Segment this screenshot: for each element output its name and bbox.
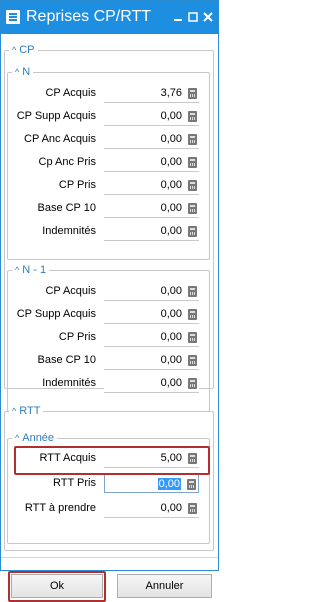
field-label: CP Anc Acquis [24,133,96,145]
field-label: RTT Pris [53,477,96,489]
calculator-icon[interactable] [188,157,197,168]
cp-n-row-supp-acquis: CP Supp Acquis 0,00 [8,106,209,128]
number-field[interactable]: 0,00 [104,176,199,195]
minimize-icon[interactable] [172,11,184,23]
chevron-up-icon[interactable]: ^ [12,43,16,57]
rtt-row-a-prendre: RTT à prendre 0,00 [8,498,209,520]
cp-n-row-base-cp-10: Base CP 10 0,00 [8,198,209,220]
number-field[interactable]: 0,00 [104,107,199,126]
field-value-selected[interactable]: 0,00 [157,478,181,490]
field-value[interactable]: 0,00 [161,354,182,366]
number-field[interactable]: 3,76 [104,84,199,103]
window-title: Reprises CP/RTT [26,8,152,25]
field-value[interactable]: 0,00 [161,110,182,122]
calculator-icon[interactable] [188,286,197,297]
field-label: CP Pris [58,331,96,343]
number-field[interactable]: 0,00 [104,374,199,393]
ok-button[interactable]: Ok [11,574,103,598]
rtt-annee-legend[interactable]: ^ Année [12,431,58,445]
number-field[interactable]: 0,00 [104,153,199,172]
cp-n1-row-pris: CP Pris 0,00 [8,327,209,349]
calculator-icon[interactable] [188,111,197,122]
calculator-icon[interactable] [188,180,197,191]
field-label: CP Supp Acquis [16,308,96,320]
field-label: Indemnités [42,377,96,389]
cp-n1-row-base-cp-10: Base CP 10 0,00 [8,350,209,372]
calculator-icon[interactable] [188,378,197,389]
number-field[interactable]: 0,00 [104,222,199,241]
close-icon[interactable] [202,11,214,23]
chevron-up-icon[interactable]: ^ [15,263,19,277]
cp-n-row-anc-acquis: CP Anc Acquis 0,00 [8,129,209,151]
field-label: Indemnités [42,225,96,237]
number-field[interactable]: 0,00 [104,499,199,518]
field-label: Base CP 10 [37,354,96,366]
calculator-icon[interactable] [188,88,197,99]
number-field[interactable]: 0,00 [104,282,199,301]
field-label: RTT à prendre [24,502,96,514]
field-value[interactable]: 0,00 [161,377,182,389]
calculator-icon[interactable] [188,203,197,214]
chevron-up-icon[interactable]: ^ [12,404,16,418]
cp-n1-legend[interactable]: ^ N - 1 [12,263,50,277]
calculator-icon[interactable] [188,309,197,320]
calculator-icon[interactable] [188,134,197,145]
field-label: CP Acquis [45,87,96,99]
calculator-icon[interactable] [187,479,196,490]
cp-n-row-acquis: CP Acquis 3,76 [8,83,209,105]
field-label: Base CP 10 [37,202,96,214]
cp-n-row-anc-pris: Cp Anc Pris 0,00 [8,152,209,174]
chevron-up-icon[interactable]: ^ [15,431,19,445]
cp-n1-row-indemnites: Indemnités 0,00 [8,373,209,395]
field-label: CP Supp Acquis [16,110,96,122]
maximize-icon[interactable] [187,11,199,23]
rtt-legend[interactable]: ^ RTT [9,404,44,418]
cp-n-group: ^ N CP Acquis 3,76 CP Supp Acquis 0,00 C… [7,65,210,260]
rtt-group: ^ RTT ^ Année RTT Acquis 5,00 RTT Pris 0,0 [4,404,214,551]
calculator-icon[interactable] [188,503,197,514]
number-field[interactable]: 0,00 [104,130,199,149]
number-field[interactable]: 0,00 [104,328,199,347]
calculator-icon[interactable] [188,332,197,343]
rtt-acquis-highlight [14,446,210,475]
field-value[interactable]: 0,00 [161,156,182,168]
cp-n1-row-supp-acquis: CP Supp Acquis 0,00 [8,304,209,326]
field-value[interactable]: 0,00 [161,308,182,320]
field-value[interactable]: 0,00 [161,202,182,214]
cp-n1-group: ^ N - 1 CP Acquis 0,00 CP Supp Acquis 0,0… [7,263,210,412]
cp-n1-row-acquis: CP Acquis 0,00 [8,281,209,303]
cancel-button[interactable]: Annuler [117,574,212,598]
field-value[interactable]: 0,00 [161,502,182,514]
number-field[interactable]: 0,00 [104,305,199,324]
number-field[interactable]: 0,00 [104,199,199,218]
field-value[interactable]: 0,00 [161,133,182,145]
number-field-focused[interactable]: 0,00 [104,474,199,493]
cp-n-row-indemnites: Indemnités 0,00 [8,221,209,243]
title-bar: Reprises CP/RTT [1,1,218,34]
field-value[interactable]: 3,76 [161,87,182,99]
cp-n-row-pris: CP Pris 0,00 [8,175,209,197]
field-label: CP Pris [58,179,96,191]
rtt-row-pris: RTT Pris 0,00 [8,473,209,495]
menu-icon[interactable] [6,10,20,24]
number-field[interactable]: 0,00 [104,351,199,370]
footer-divider [1,557,218,558]
dialog-body: ^ CP ^ N CP Acquis 3,76 CP Supp Acquis 0… [1,34,218,602]
chevron-up-icon[interactable]: ^ [15,65,19,79]
field-label: CP Acquis [45,285,96,297]
calculator-icon[interactable] [188,355,197,366]
field-value[interactable]: 0,00 [161,285,182,297]
field-value[interactable]: 0,00 [161,331,182,343]
cp-n-legend[interactable]: ^ N [12,65,34,79]
field-label: Cp Anc Pris [38,156,96,168]
cp-group: ^ CP ^ N CP Acquis 3,76 CP Supp Acquis 0… [4,43,214,412]
reprises-window: Reprises CP/RTT ^ CP ^ N CP Acquis 3,76 … [0,0,219,602]
calculator-icon[interactable] [188,226,197,237]
cp-legend[interactable]: ^ CP [9,43,38,57]
field-value[interactable]: 0,00 [161,225,182,237]
field-value[interactable]: 0,00 [161,179,182,191]
